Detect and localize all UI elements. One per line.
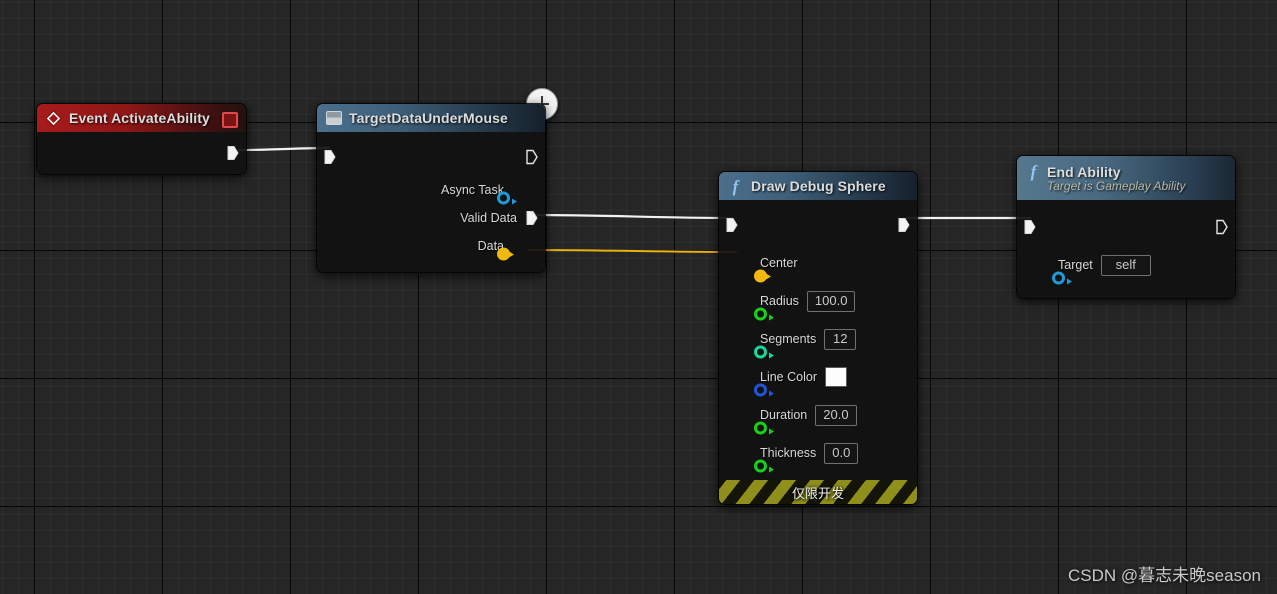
pin-label-center: Center	[760, 256, 798, 270]
async-task-output-pin[interactable]	[497, 191, 517, 205]
node-title: TargetDataUnderMouse	[349, 110, 508, 126]
pin-label-radius: Radius	[760, 294, 799, 308]
node-subtitle: Target is Gameplay Ability	[1047, 178, 1186, 193]
exec-input-pin[interactable]	[726, 218, 738, 233]
development-only-bar: 仅限开发	[719, 480, 917, 504]
node-target-data-under-mouse[interactable]: TargetDataUnderMouse Async Task Valid Da…	[316, 103, 546, 273]
pin-label-duration: Duration	[760, 408, 808, 422]
thickness-value-input[interactable]: 0.0	[824, 442, 859, 464]
pin-row-exec-out	[37, 132, 246, 174]
function-icon: f	[732, 176, 739, 196]
pin-row-exec	[1017, 208, 1235, 246]
node-square-icon	[325, 110, 342, 127]
exec-input-pin[interactable]	[324, 150, 336, 165]
pin-row-data: Data	[317, 232, 545, 260]
pin-row-thickness: Thickness 0.0	[719, 434, 917, 473]
pin-row-exec	[719, 206, 917, 244]
valid-data-output-pin[interactable]	[526, 211, 538, 226]
pin-row-center: Center	[719, 244, 917, 282]
pin-row-line-color: Line Color	[719, 358, 917, 397]
data-output-pin[interactable]	[497, 247, 514, 260]
node-header[interactable]: Event ActivateAbility	[37, 104, 246, 132]
pin-row-duration: Duration 20.0	[719, 396, 917, 435]
pin-row-valid-data: Valid Data	[317, 204, 545, 232]
pin-row-target: Target self	[1017, 246, 1235, 285]
node-body	[37, 132, 246, 174]
pin-label-async-task: Async Task	[441, 183, 504, 197]
wire-validdata-to-drawsphere[interactable]	[529, 213, 734, 220]
node-title: Event ActivateAbility	[69, 110, 210, 126]
exec-output-pin[interactable]	[526, 149, 538, 165]
development-only-label: 仅限开发	[791, 485, 844, 501]
pin-row-segments: Segments 12	[719, 320, 917, 359]
node-draw-debug-sphere[interactable]: f Draw Debug Sphere Center Radius 100.0 …	[718, 171, 918, 505]
exec-output-pin[interactable]	[1216, 219, 1228, 235]
exec-output-pin[interactable]	[898, 218, 910, 233]
radius-value-input[interactable]: 100.0	[806, 290, 856, 312]
blueprint-graph-canvas[interactable]: Event ActivateAbility TargetDataUnderMou…	[0, 0, 1277, 594]
node-body: Async Task Valid Data Data	[317, 132, 545, 272]
center-input-pin[interactable]	[754, 269, 771, 282]
line-color-input-pin[interactable]	[754, 383, 774, 397]
line-color-swatch[interactable]	[824, 367, 847, 387]
node-body: Target self	[1017, 200, 1235, 298]
radius-input-pin[interactable]	[754, 307, 774, 321]
node-header[interactable]: TargetDataUnderMouse	[317, 104, 545, 132]
node-event-activate-ability[interactable]: Event ActivateAbility	[36, 103, 247, 175]
segments-value-input[interactable]: 12	[824, 328, 857, 350]
node-title: End Ability	[1047, 163, 1121, 180]
target-value-input[interactable]: self	[1100, 254, 1151, 276]
exec-output-pin[interactable]	[227, 146, 239, 161]
node-body: Center Radius 100.0 Segments 12 Line Col…	[719, 200, 917, 480]
node-title: Draw Debug Sphere	[751, 178, 886, 194]
node-header[interactable]: f Draw Debug Sphere	[719, 172, 917, 200]
segments-input-pin[interactable]	[754, 345, 774, 359]
pin-row-exec	[317, 138, 545, 176]
node-end-ability[interactable]: f End Ability Target is Gameplay Ability	[1016, 155, 1236, 299]
pin-label-thickness: Thickness	[760, 446, 817, 460]
function-icon: f	[1030, 162, 1037, 181]
exec-input-pin[interactable]	[1024, 220, 1036, 235]
pin-label-target: Target	[1058, 258, 1093, 272]
diamond-icon	[45, 109, 62, 127]
node-header[interactable]: f End Ability Target is Gameplay Ability	[1017, 156, 1235, 200]
duration-value-input[interactable]: 20.0	[815, 404, 857, 426]
target-input-pin[interactable]	[1052, 271, 1072, 285]
wire-data-to-center[interactable]	[527, 249, 738, 253]
watermark: CSDN @暮志未晚season	[1068, 566, 1261, 585]
red-square-badge[interactable]	[222, 112, 238, 128]
thickness-input-pin[interactable]	[754, 459, 774, 473]
pin-row-radius: Radius 100.0	[719, 282, 917, 321]
duration-input-pin[interactable]	[754, 421, 774, 435]
pin-label-valid-data: Valid Data	[460, 211, 517, 225]
pin-label-segments: Segments	[760, 332, 817, 346]
pin-row-async-task: Async Task	[317, 176, 545, 205]
pin-label-line-color: Line Color	[760, 370, 817, 384]
